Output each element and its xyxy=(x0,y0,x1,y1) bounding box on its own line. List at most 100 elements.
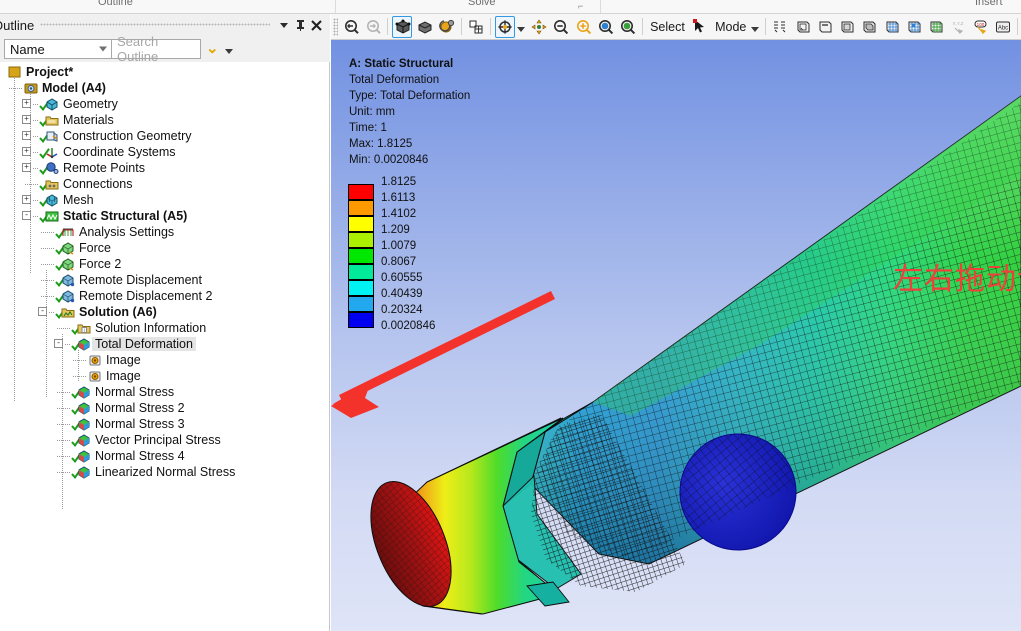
tree-item[interactable]: - Solution (A6) xyxy=(0,304,329,320)
auto-hide-pin-icon[interactable] xyxy=(292,15,308,35)
search-input[interactable]: Search Outline xyxy=(111,34,201,64)
tree-connector xyxy=(57,392,71,393)
tree-item[interactable]: Normal Stress xyxy=(0,384,329,400)
tree-item-label: Project* xyxy=(26,65,74,79)
tree-item[interactable]: - Static Structural (A5) xyxy=(0,208,329,224)
static-structural-icon xyxy=(45,209,59,223)
tree-item[interactable]: - Total Deformation xyxy=(0,336,329,352)
outline-tree[interactable]: Project* Model (A4) + Geometry + Materials + Co… xyxy=(0,62,329,631)
close-icon[interactable] xyxy=(308,15,324,35)
materials-icon xyxy=(45,113,59,127)
model-icon xyxy=(24,81,38,95)
tree-item[interactable]: i Solution Information xyxy=(0,320,329,336)
tree-item[interactable]: + Materials xyxy=(0,112,329,128)
ribbon-group-outline: Outline xyxy=(98,0,133,8)
tree-item-label: Remote Displacement xyxy=(79,273,202,287)
tree-item-label: Vector Principal Stress xyxy=(95,433,221,447)
tree-item-label: Image xyxy=(106,353,141,367)
tree-item[interactable]: Project* xyxy=(0,64,329,80)
tree-connector xyxy=(41,232,55,233)
ribbon-group-insert: Insert xyxy=(975,0,1003,8)
tree-connector xyxy=(25,184,39,185)
result-icon xyxy=(77,385,91,399)
ribbon-strip: Outline Solve ⌐ Insert xyxy=(0,0,1021,14)
tree-item[interactable]: Model (A4) xyxy=(0,80,329,96)
tree-connector xyxy=(73,360,87,361)
search-options-caret-icon[interactable] xyxy=(224,49,233,54)
outline-panel-title: Outline xyxy=(0,17,35,33)
tree-item[interactable]: Analysis Settings xyxy=(0,224,329,240)
tree-item-label: Normal Stress 3 xyxy=(95,417,185,431)
tree-item-label: Solution (A6) xyxy=(79,305,157,319)
tree-item[interactable]: Remote Displacement 2 xyxy=(0,288,329,304)
tree-item[interactable]: + Mesh xyxy=(0,192,329,208)
solution-icon xyxy=(61,305,75,319)
geometry-icon xyxy=(45,97,59,111)
tree-item[interactable]: + Coordinate Systems xyxy=(0,144,329,160)
image-icon xyxy=(88,353,102,367)
tree-item[interactable]: Force 2 xyxy=(0,256,329,272)
tree-item[interactable]: Normal Stress 2 xyxy=(0,400,329,416)
tree-connector xyxy=(57,456,71,457)
tree-connector xyxy=(41,264,55,265)
tree-connector xyxy=(14,78,15,402)
result-icon xyxy=(77,465,91,479)
annotation-text: 左右拖动调整云图纵横向比例 xyxy=(893,263,1021,296)
tree-item[interactable]: Force xyxy=(0,240,329,256)
tree-item-label: Total Deformation xyxy=(92,337,196,351)
tree-item[interactable]: Image xyxy=(0,352,329,368)
chevron-down-icon xyxy=(99,46,107,52)
svg-text:i: i xyxy=(84,328,85,334)
ribbon-dialog-launcher[interactable]: ⌐ xyxy=(578,1,583,11)
tree-item[interactable]: Remote Displacement xyxy=(0,272,329,288)
result-icon xyxy=(77,417,91,431)
tree-item[interactable]: Linearized Normal Stress xyxy=(0,464,329,480)
connections-icon xyxy=(45,177,59,191)
tree-item-label: Geometry xyxy=(63,97,118,111)
tree-connector xyxy=(57,472,71,473)
image-icon xyxy=(88,369,102,383)
panel-menu-dropdown-icon[interactable] xyxy=(276,15,292,35)
chevron-down-yellow-icon[interactable]: ⌄ xyxy=(206,41,219,56)
coordinate-systems-icon xyxy=(45,145,59,159)
project-icon xyxy=(8,65,22,79)
tree-item-label: Force xyxy=(79,241,111,255)
tree-item-label: Analysis Settings xyxy=(79,225,175,239)
ribbon-separator xyxy=(600,0,601,13)
tree-connector xyxy=(41,296,55,297)
tree-item[interactable]: Image xyxy=(0,368,329,384)
tree-item[interactable]: Normal Stress 4 xyxy=(0,448,329,464)
search-placeholder: Search Outline xyxy=(117,34,159,64)
result-icon xyxy=(77,449,91,463)
tree-item[interactable]: Normal Stress 3 xyxy=(0,416,329,432)
tree-item-label: Construction Geometry xyxy=(63,129,192,143)
force-icon xyxy=(61,241,75,255)
tree-connector xyxy=(9,88,23,89)
tree-item-label: Normal Stress 4 xyxy=(95,449,185,463)
tree-item[interactable]: + Geometry xyxy=(0,96,329,112)
tree-item[interactable]: Connections xyxy=(0,176,329,192)
graphics-viewport[interactable]: Select Mode X,Y,Z 100 Abc A: Static Stru… xyxy=(331,14,1021,631)
tree-connector xyxy=(57,424,71,425)
ribbon-group-solve: Solve xyxy=(468,0,496,8)
tree-connector xyxy=(57,408,71,409)
tree-connector xyxy=(57,440,71,441)
tree-item-label: Image xyxy=(106,369,141,383)
tree-item[interactable]: + Remote Points xyxy=(0,160,329,176)
remote-displacement-icon xyxy=(61,289,75,303)
outline-panel-header: Outline xyxy=(0,14,330,36)
tree-item[interactable]: + Construction Geometry xyxy=(0,128,329,144)
tree-item-label: Remote Points xyxy=(63,161,145,175)
force-icon xyxy=(61,257,75,271)
tree-item[interactable]: Vector Principal Stress xyxy=(0,432,329,448)
mesh-icon xyxy=(45,193,59,207)
annotation-arrow-icon xyxy=(331,290,555,418)
tree-connector xyxy=(62,334,63,510)
panel-drag-handle[interactable] xyxy=(40,14,270,36)
result-icon xyxy=(77,337,91,351)
ribbon-separator xyxy=(335,0,336,13)
outline-filter-select[interactable]: Name xyxy=(4,39,112,59)
tree-item-label: Normal Stress 2 xyxy=(95,401,185,415)
tree-item-label: Model (A4) xyxy=(42,81,106,95)
tree-connector xyxy=(78,350,79,382)
